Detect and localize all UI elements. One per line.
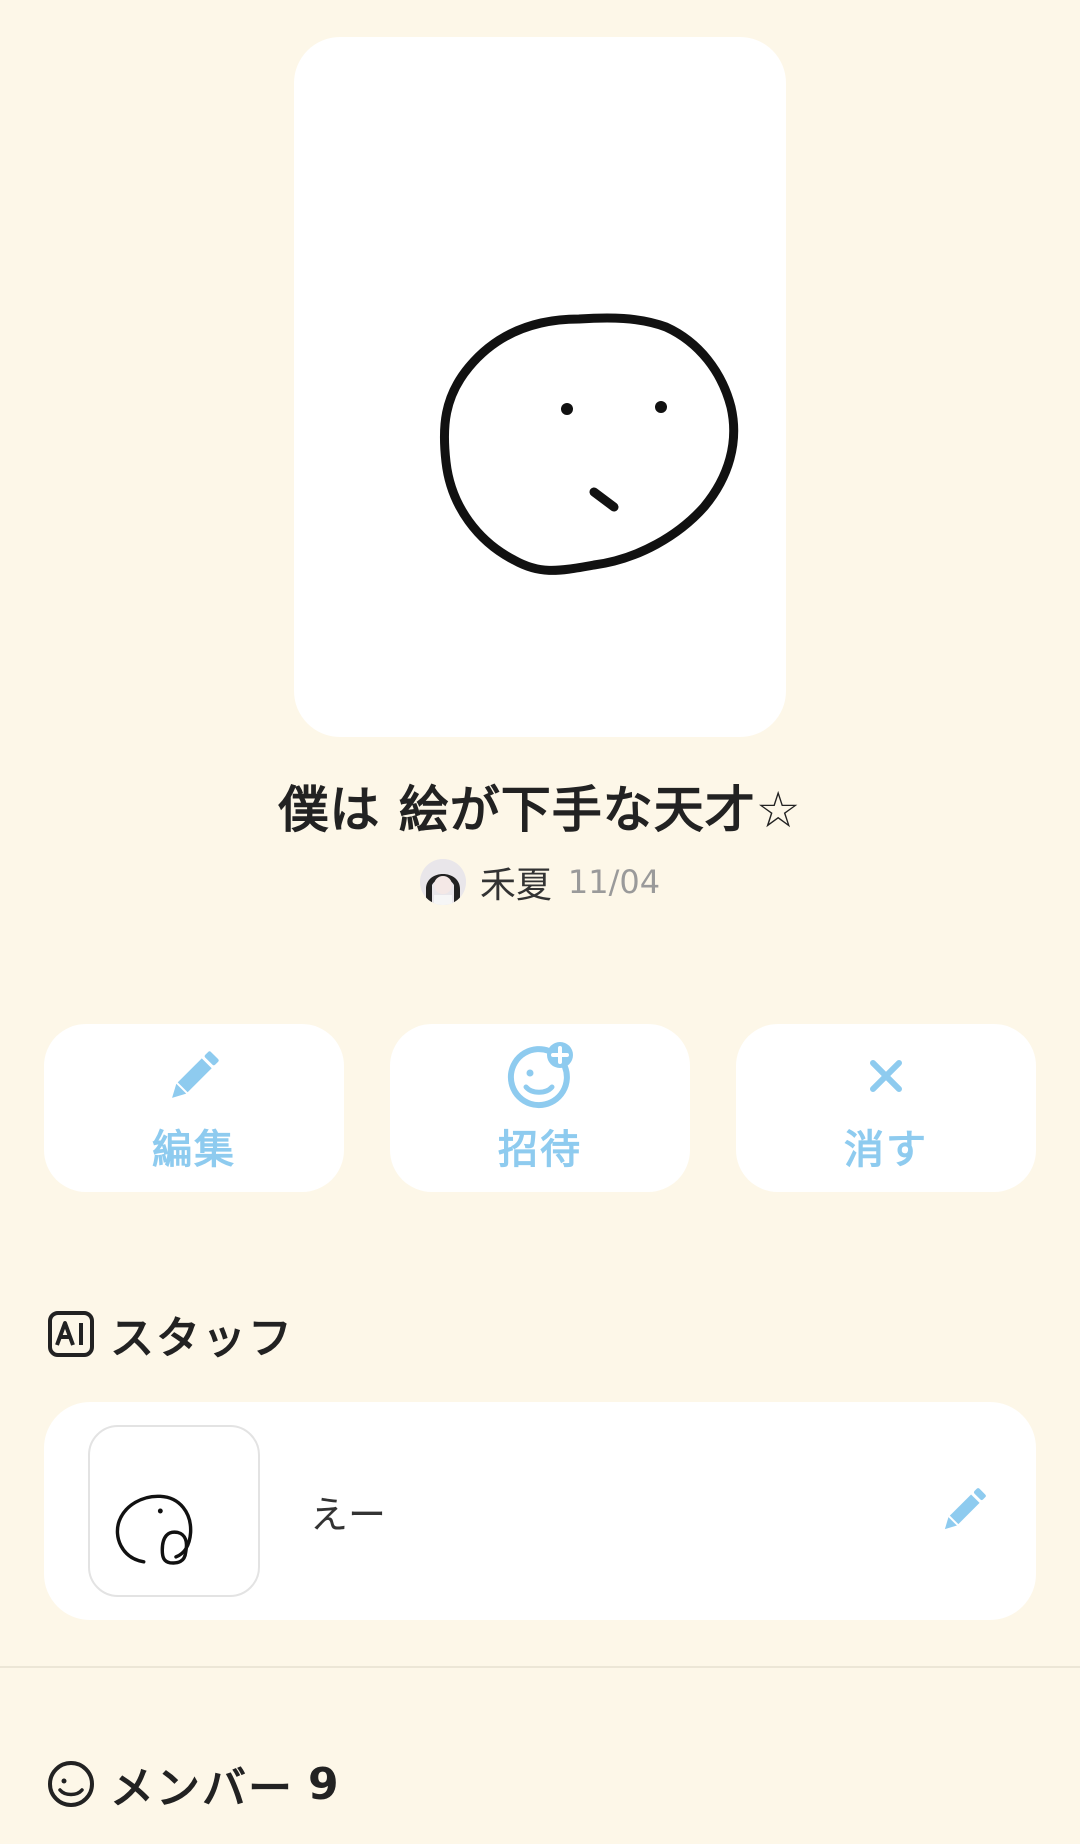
staff-avatar: [88, 1425, 260, 1597]
delete-label: 消す: [844, 1127, 928, 1173]
close-icon: [870, 1060, 902, 1092]
invite-label: 招待: [498, 1127, 582, 1173]
face-drawing: [439, 313, 739, 575]
pencil-icon: [944, 1488, 986, 1530]
post-date: 11/04: [567, 863, 661, 901]
staff-name: えー: [310, 1493, 387, 1537]
staff-card[interactable]: えー: [44, 1402, 1036, 1620]
action-bar: 編集 招待 消す: [44, 1024, 1036, 1192]
smiley-icon: [48, 1761, 94, 1807]
members-section-header[interactable]: メンバー 9: [46, 1752, 341, 1816]
author-name[interactable]: 禾夏: [480, 856, 552, 908]
pencil-icon: [172, 1051, 219, 1098]
author-avatar[interactable]: [419, 859, 466, 905]
delete-button[interactable]: 消す: [736, 1024, 1036, 1192]
invite-button[interactable]: 招待: [390, 1024, 690, 1192]
author-row: 禾夏 11/04: [0, 856, 1080, 908]
edit-label: 編集: [152, 1127, 236, 1173]
section-divider: [0, 1666, 1080, 1668]
cover-image[interactable]: [294, 37, 786, 737]
ai-badge-icon: [48, 1311, 94, 1357]
members-section-title: メンバー: [110, 1763, 294, 1814]
staff-section-header: スタッフ: [46, 1302, 294, 1366]
edit-button[interactable]: 編集: [44, 1024, 344, 1192]
staff-section-title: スタッフ: [110, 1313, 294, 1364]
members-count: 9: [308, 1758, 341, 1810]
smiley-plus-icon: [507, 1042, 573, 1109]
staff-edit-button[interactable]: [934, 1480, 994, 1540]
post-title: 僕は 絵が下手な天才☆: [278, 781, 802, 839]
